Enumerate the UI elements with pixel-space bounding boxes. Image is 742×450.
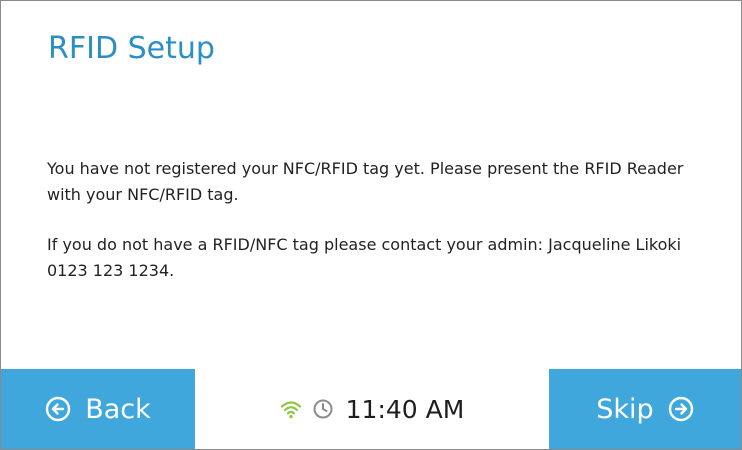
back-button-label: Back (85, 393, 151, 425)
page-title: RFID Setup (48, 31, 215, 66)
register-tag-message: You have not registered your NFC/RFID ta… (47, 159, 684, 204)
contact-admin-message: If you do not have a RFID/NFC tag please… (47, 235, 682, 280)
arrow-left-circle-icon (45, 396, 71, 422)
clock-time: 11:40 AM (345, 394, 465, 424)
rfid-setup-screen: RFID Setup You have not registered your … (0, 0, 742, 450)
status-bar: 11:40 AM (195, 369, 549, 449)
skip-button[interactable]: Skip (549, 369, 741, 449)
skip-button-label: Skip (596, 393, 654, 425)
back-button[interactable]: Back (1, 369, 195, 449)
clock-icon (312, 398, 334, 420)
wifi-icon (280, 398, 302, 420)
footer-bar: Back 11:40 AM Skip (1, 369, 741, 449)
arrow-right-circle-icon (668, 396, 694, 422)
